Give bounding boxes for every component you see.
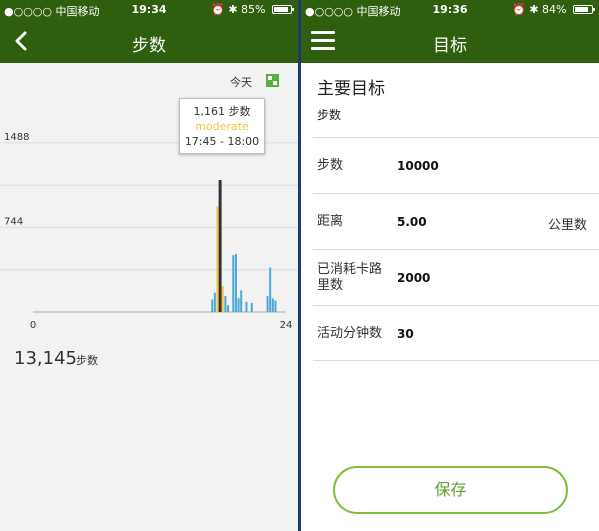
chart-bar bbox=[232, 255, 235, 312]
goal-value[interactable]: 5.00 bbox=[397, 215, 427, 229]
section-title: 主要目标 bbox=[317, 79, 385, 99]
calendar-icon-dot bbox=[268, 76, 272, 80]
goal-row-distance[interactable]: 距离 5.00 公里数 bbox=[313, 193, 599, 249]
chart-bar bbox=[213, 292, 216, 312]
goal-value[interactable]: 2000 bbox=[397, 271, 430, 285]
calendar-icon-dot bbox=[273, 81, 277, 85]
chart-bar bbox=[237, 298, 240, 312]
calendar-icon[interactable] bbox=[266, 74, 279, 87]
goal-value[interactable]: 30 bbox=[397, 327, 414, 341]
battery-level bbox=[575, 7, 588, 12]
chart-bar bbox=[240, 290, 243, 312]
chart-bar bbox=[274, 300, 277, 312]
chart-bar bbox=[250, 302, 253, 312]
bar-tooltip: 1,161 步数 moderate 17:45 - 18:00 bbox=[179, 98, 265, 154]
chart-bar bbox=[216, 206, 219, 312]
chart-bar bbox=[269, 267, 272, 312]
goal-label: 距离 bbox=[317, 214, 344, 229]
nav-bar: 步数 bbox=[0, 20, 298, 63]
tooltip-time-range: 17:45 - 18:00 bbox=[184, 135, 260, 148]
chart-bar bbox=[245, 301, 248, 312]
battery-icon bbox=[272, 5, 294, 14]
goal-label: 已消耗卡路里数 bbox=[317, 262, 383, 293]
y-tick-label: 744 bbox=[4, 216, 23, 227]
status-right: ⏰ ✱ 85% bbox=[211, 3, 294, 16]
total-steps-unit: 步数 bbox=[76, 354, 98, 367]
battery-percent: 84% bbox=[542, 3, 567, 16]
goal-value[interactable]: 10000 bbox=[397, 159, 439, 173]
total-steps-value: 13,145 bbox=[14, 348, 77, 369]
battery-percent: 85% bbox=[241, 3, 266, 16]
dual-screenshot: ●○○○○ 中国移动 19:34 ⏰ ✱ 85% 步数 今天 744 1488 0 2… bbox=[0, 0, 599, 531]
status-bar: ●○○○○ 中国移动 19:34 ⏰ ✱ 85% bbox=[0, 0, 298, 20]
chart-bar bbox=[234, 254, 237, 312]
chart-bar bbox=[224, 296, 227, 312]
status-right: ⏰ ✱ 84% bbox=[512, 3, 595, 16]
goal-row-calories[interactable]: 已消耗卡路里数 2000 bbox=[313, 249, 599, 305]
tooltip-intensity: moderate bbox=[195, 120, 249, 133]
primary-goal-value[interactable]: 步数 bbox=[317, 106, 341, 123]
goals-screen: ●○○○○ 中国移动 19:36 ⏰ ✱ 84% 目标 主要目标 步数 步数 1… bbox=[301, 0, 599, 531]
bluetooth-icon: ✱ bbox=[228, 3, 238, 16]
goal-label: 步数 bbox=[317, 158, 344, 173]
battery-level bbox=[274, 7, 288, 12]
steps-screen: ●○○○○ 中国移动 19:34 ⏰ ✱ 85% 步数 今天 744 1488 0 2… bbox=[0, 0, 298, 531]
goal-unit: 公里数 bbox=[547, 218, 587, 233]
y-tick-label: 1488 bbox=[4, 132, 29, 143]
bluetooth-icon: ✱ bbox=[529, 3, 539, 16]
nav-bar: 目标 bbox=[301, 20, 599, 63]
battery-icon bbox=[573, 5, 595, 14]
goal-label: 活动分钟数 bbox=[317, 326, 383, 341]
x-tick-label: 0 bbox=[30, 320, 36, 331]
page-title: 步数 bbox=[132, 36, 166, 56]
chart-bar bbox=[218, 180, 222, 312]
tooltip-steps: 1,161 步数 bbox=[193, 105, 251, 118]
x-tick-label: 24 bbox=[280, 320, 293, 331]
chart-bar bbox=[221, 285, 224, 312]
alarm-icon: ⏰ bbox=[512, 3, 526, 16]
chart-bar bbox=[227, 305, 230, 312]
save-button[interactable]: 保存 bbox=[333, 466, 568, 514]
chart-bar bbox=[266, 296, 269, 312]
goal-row-steps[interactable]: 步数 10000 bbox=[313, 137, 599, 193]
chart-bar bbox=[271, 298, 274, 312]
chart-bar bbox=[211, 299, 214, 312]
page-title: 目标 bbox=[433, 36, 467, 56]
alarm-icon: ⏰ bbox=[211, 3, 225, 16]
goal-row-active-minutes[interactable]: 活动分钟数 30 bbox=[313, 305, 599, 361]
status-bar: ●○○○○ 中国移动 19:36 ⏰ ✱ 84% bbox=[301, 0, 599, 20]
date-label[interactable]: 今天 bbox=[230, 74, 252, 90]
